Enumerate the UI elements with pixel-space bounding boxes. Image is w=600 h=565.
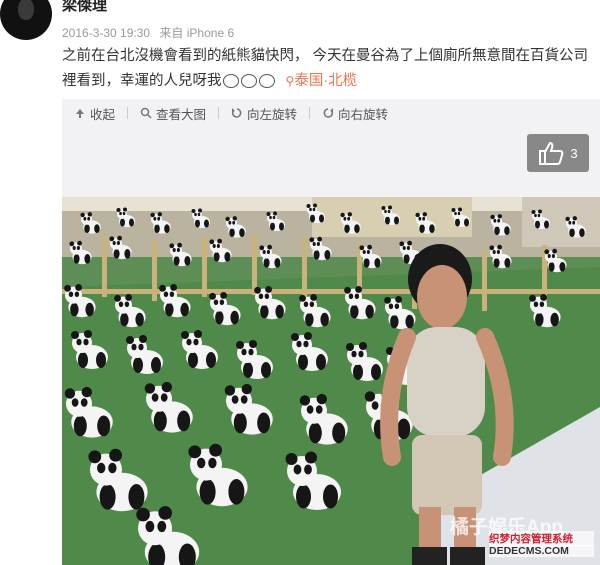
thumbs-up-icon bbox=[539, 141, 564, 165]
post-meta: 2016-3-30 19:30 来自 iPhone 6 bbox=[62, 24, 240, 41]
rotate-left-label: 向左旋转 bbox=[247, 107, 298, 122]
avatar[interactable] bbox=[0, 0, 52, 40]
rotate-right-button[interactable]: 向右旋转 bbox=[310, 104, 400, 123]
like-count: 3 bbox=[570, 145, 578, 161]
collapse-icon bbox=[76, 109, 84, 118]
image-toolbar: 收起 查看大图 向左旋转 向右旋转 bbox=[62, 99, 600, 127]
rotate-left-icon bbox=[231, 108, 242, 118]
rotate-right-label: 向右旋转 bbox=[338, 107, 389, 122]
panda-emoji-icon bbox=[258, 74, 275, 89]
location-link[interactable]: 泰国·北榄 bbox=[294, 73, 357, 89]
panda-emoji-icon bbox=[222, 74, 239, 89]
rotate-right-icon bbox=[323, 108, 334, 118]
panda-exhibition-photo bbox=[62, 197, 600, 565]
rotate-left-button[interactable]: 向左旋转 bbox=[219, 104, 309, 123]
post-photo[interactable] bbox=[62, 197, 600, 565]
panda-emoji-icon bbox=[240, 74, 257, 89]
author-name[interactable]: 梁傑理 bbox=[62, 0, 107, 15]
post-text: 之前在台北沒機會看到的紙熊貓快閃， 今天在曼谷為了上個廁所無意間在百貨公司裡看到… bbox=[62, 44, 592, 94]
watermark-cms: 织梦内容管理系统 bbox=[489, 531, 594, 546]
magnifier-icon bbox=[140, 107, 152, 119]
view-large-label: 查看大图 bbox=[156, 107, 207, 122]
collapse-button[interactable]: 收起 bbox=[62, 104, 127, 123]
like-button[interactable]: 3 bbox=[527, 134, 589, 172]
watermark-site: DEDECMS.COM bbox=[489, 545, 594, 557]
post-source[interactable]: 来自 iPhone 6 bbox=[159, 26, 234, 40]
post-date[interactable]: 2016-3-30 19:30 bbox=[62, 26, 150, 40]
view-large-button[interactable]: 查看大图 bbox=[128, 104, 218, 123]
collapse-label: 收起 bbox=[90, 107, 116, 122]
location-pin-icon: ⚲ bbox=[285, 74, 295, 88]
